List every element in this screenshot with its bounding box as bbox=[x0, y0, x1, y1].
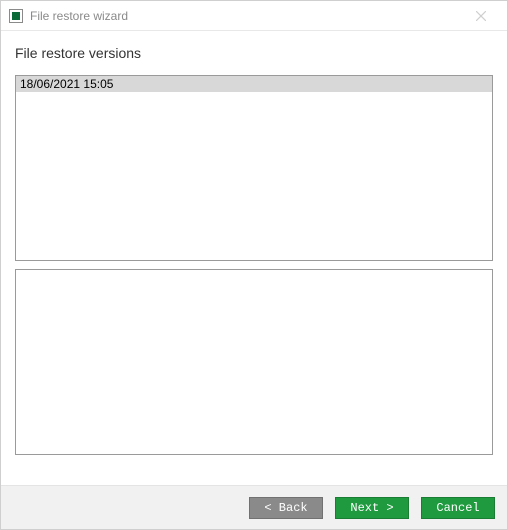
back-button[interactable]: < Back bbox=[249, 497, 323, 519]
page-heading: File restore versions bbox=[15, 45, 493, 61]
wizard-window: File restore wizard File restore version… bbox=[0, 0, 508, 530]
close-button[interactable] bbox=[461, 4, 501, 28]
version-row[interactable]: 18/06/2021 15:05 bbox=[16, 76, 492, 92]
window-title: File restore wizard bbox=[30, 9, 461, 23]
versions-listbox[interactable]: 18/06/2021 15:05 bbox=[15, 75, 493, 261]
cancel-button[interactable]: Cancel bbox=[421, 497, 495, 519]
footer: < Back Next > Cancel bbox=[1, 485, 507, 529]
content-area: File restore versions 18/06/2021 15:05 bbox=[1, 31, 507, 485]
details-listbox[interactable] bbox=[15, 269, 493, 455]
next-button[interactable]: Next > bbox=[335, 497, 409, 519]
app-icon bbox=[9, 9, 23, 23]
close-icon bbox=[476, 11, 486, 21]
titlebar: File restore wizard bbox=[1, 1, 507, 31]
